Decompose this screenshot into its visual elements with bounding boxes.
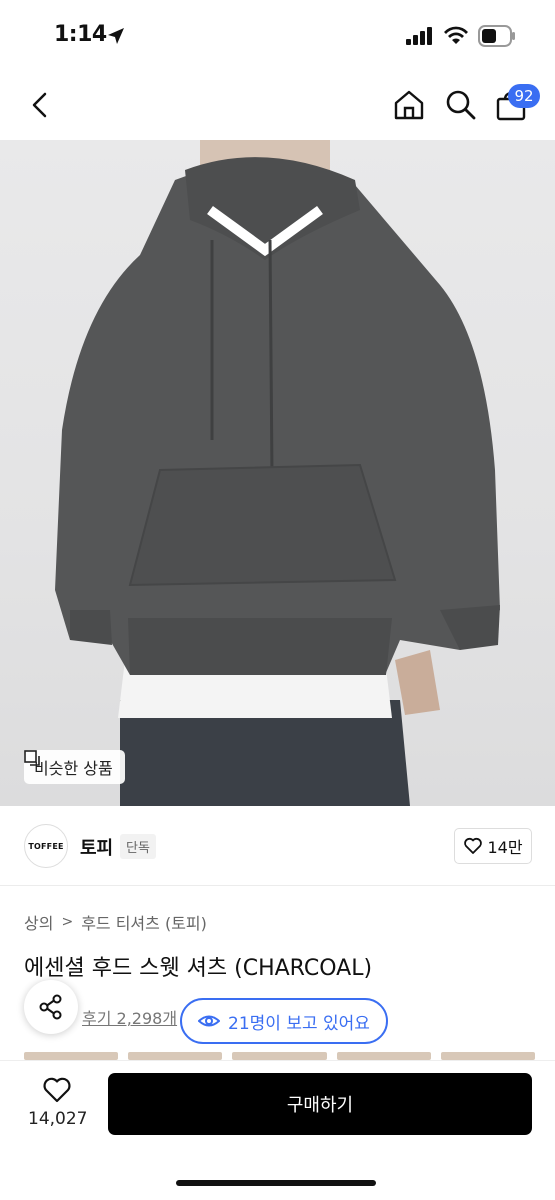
brand-like-button[interactable]: 14만 bbox=[454, 828, 532, 864]
bottom-action-bar: 14,027 구매하기 bbox=[0, 1060, 555, 1200]
chevron-right-icon: > bbox=[61, 914, 74, 930]
similar-products-label: 비슷한 상품 bbox=[34, 759, 113, 778]
breadcrumb: 상의 > 후드 티셔츠 (토피) bbox=[24, 910, 207, 934]
heart-icon bbox=[464, 837, 483, 854]
thumbnail[interactable] bbox=[232, 1052, 327, 1060]
location-arrow-icon bbox=[108, 28, 124, 44]
status-time: 1:14 bbox=[54, 22, 107, 47]
brand-row: TOFFEE 토피 단독 14만 bbox=[0, 806, 555, 886]
brand-name[interactable]: 토피 bbox=[80, 834, 113, 860]
wishlist-count: 14,027 bbox=[28, 1109, 88, 1129]
review-link[interactable]: 후기 2,298개 bbox=[82, 1005, 177, 1029]
exclusive-tag: 단독 bbox=[120, 834, 156, 859]
viewers-pill: 21명이 보고 있어요 bbox=[180, 998, 388, 1044]
thumbnail[interactable] bbox=[24, 1052, 119, 1060]
wishlist-heart-icon[interactable] bbox=[42, 1075, 72, 1105]
similar-products-button[interactable]: 비슷한 상품 bbox=[24, 750, 125, 784]
product-image[interactable]: 비슷한 상품 bbox=[0, 140, 555, 806]
thumbnail[interactable] bbox=[128, 1052, 223, 1060]
buy-button[interactable]: 구매하기 bbox=[108, 1073, 532, 1135]
battery-icon bbox=[478, 25, 515, 47]
search-icon[interactable] bbox=[444, 88, 478, 122]
back-icon[interactable] bbox=[26, 90, 56, 120]
cart-count-badge: 92 bbox=[508, 84, 540, 108]
thumbnail-strip bbox=[24, 1052, 536, 1060]
breadcrumb-item[interactable]: 상의 bbox=[24, 910, 53, 934]
product-title: 에센셜 후드 스웻 셔츠 (CHARCOAL) bbox=[24, 956, 373, 981]
eye-icon bbox=[198, 1015, 220, 1027]
buy-button-label: 구매하기 bbox=[286, 1095, 354, 1116]
hoodie-illustration bbox=[55, 140, 500, 806]
share-button[interactable] bbox=[24, 980, 78, 1034]
home-indicator bbox=[176, 1180, 376, 1186]
viewers-text: 21명이 보고 있어요 bbox=[228, 1013, 370, 1034]
breadcrumb-item[interactable]: 후드 티셔츠 (토피) bbox=[81, 910, 207, 934]
share-icon bbox=[39, 994, 62, 1020]
wifi-icon bbox=[444, 26, 468, 44]
copy-icon bbox=[24, 750, 40, 766]
signal-icon bbox=[406, 27, 432, 45]
brand-like-count: 14만 bbox=[487, 838, 523, 857]
thumbnail[interactable] bbox=[336, 1052, 431, 1060]
thumbnail[interactable] bbox=[440, 1052, 536, 1060]
brand-logo[interactable]: TOFFEE bbox=[24, 824, 68, 868]
home-icon[interactable] bbox=[392, 88, 426, 122]
nav-bar: 92 bbox=[0, 72, 555, 140]
status-bar: 1:14 bbox=[0, 0, 555, 72]
